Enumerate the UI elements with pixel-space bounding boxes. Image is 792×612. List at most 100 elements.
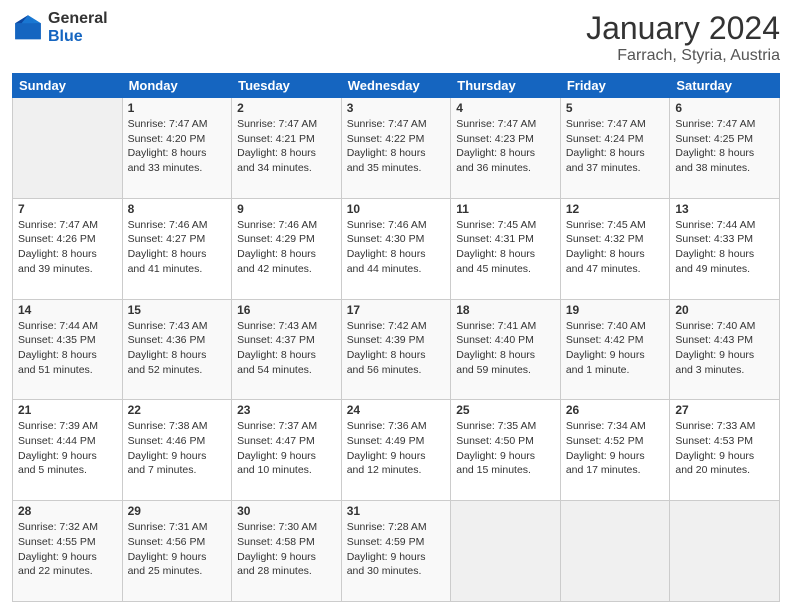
- daylight: Daylight: 9 hours: [237, 550, 336, 565]
- cell-1-5: 12 Sunrise: 7:45 AM Sunset: 4:32 PM Dayl…: [560, 198, 670, 299]
- sunset: Sunset: 4:31 PM: [456, 232, 555, 247]
- month-title: January 2024: [586, 10, 780, 47]
- daylight: Daylight: 8 hours: [347, 348, 446, 363]
- cell-1-4: 11 Sunrise: 7:45 AM Sunset: 4:31 PM Dayl…: [451, 198, 561, 299]
- day-num: 12: [566, 202, 665, 216]
- cell-3-4: 25 Sunrise: 7:35 AM Sunset: 4:50 PM Dayl…: [451, 400, 561, 501]
- week-row-3: 21 Sunrise: 7:39 AM Sunset: 4:44 PM Dayl…: [13, 400, 780, 501]
- daylight2: and 38 minutes.: [675, 161, 774, 176]
- sunrise: Sunrise: 7:36 AM: [347, 419, 446, 434]
- cell-0-6: 6 Sunrise: 7:47 AM Sunset: 4:25 PM Dayli…: [670, 98, 780, 199]
- header: General Blue January 2024 Farrach, Styri…: [12, 10, 780, 65]
- day-num: 11: [456, 202, 555, 216]
- daylight: Daylight: 9 hours: [347, 449, 446, 464]
- daylight2: and 34 minutes.: [237, 161, 336, 176]
- day-num: 4: [456, 101, 555, 115]
- cell-1-3: 10 Sunrise: 7:46 AM Sunset: 4:30 PM Dayl…: [341, 198, 451, 299]
- daylight2: and 28 minutes.: [237, 564, 336, 579]
- day-num: 24: [347, 403, 446, 417]
- daylight: Daylight: 8 hours: [128, 146, 227, 161]
- daylight: Daylight: 9 hours: [128, 550, 227, 565]
- daylight2: and 37 minutes.: [566, 161, 665, 176]
- cell-0-5: 5 Sunrise: 7:47 AM Sunset: 4:24 PM Dayli…: [560, 98, 670, 199]
- cell-0-3: 3 Sunrise: 7:47 AM Sunset: 4:22 PM Dayli…: [341, 98, 451, 199]
- cell-1-6: 13 Sunrise: 7:44 AM Sunset: 4:33 PM Dayl…: [670, 198, 780, 299]
- day-num: 10: [347, 202, 446, 216]
- day-num: 17: [347, 303, 446, 317]
- header-wednesday: Wednesday: [341, 74, 451, 98]
- day-num: 23: [237, 403, 336, 417]
- sunset: Sunset: 4:52 PM: [566, 434, 665, 449]
- cell-0-0: [13, 98, 123, 199]
- header-friday: Friday: [560, 74, 670, 98]
- daylight2: and 49 minutes.: [675, 262, 774, 277]
- daylight: Daylight: 9 hours: [237, 449, 336, 464]
- sunrise: Sunrise: 7:41 AM: [456, 319, 555, 334]
- daylight: Daylight: 8 hours: [347, 247, 446, 262]
- day-num: 19: [566, 303, 665, 317]
- sunrise: Sunrise: 7:47 AM: [18, 218, 117, 233]
- sunrise: Sunrise: 7:45 AM: [566, 218, 665, 233]
- week-row-2: 14 Sunrise: 7:44 AM Sunset: 4:35 PM Dayl…: [13, 299, 780, 400]
- daylight2: and 47 minutes.: [566, 262, 665, 277]
- daylight: Daylight: 9 hours: [128, 449, 227, 464]
- daylight: Daylight: 8 hours: [675, 146, 774, 161]
- daylight2: and 33 minutes.: [128, 161, 227, 176]
- day-num: 13: [675, 202, 774, 216]
- day-num: 21: [18, 403, 117, 417]
- cell-2-1: 15 Sunrise: 7:43 AM Sunset: 4:36 PM Dayl…: [122, 299, 232, 400]
- daylight: Daylight: 8 hours: [18, 247, 117, 262]
- logo-text: General Blue: [48, 10, 108, 45]
- sunrise: Sunrise: 7:28 AM: [347, 520, 446, 535]
- sunrise: Sunrise: 7:39 AM: [18, 419, 117, 434]
- logo-blue: Blue: [48, 28, 108, 46]
- daylight: Daylight: 9 hours: [675, 449, 774, 464]
- day-num: 26: [566, 403, 665, 417]
- sunset: Sunset: 4:50 PM: [456, 434, 555, 449]
- cell-2-4: 18 Sunrise: 7:41 AM Sunset: 4:40 PM Dayl…: [451, 299, 561, 400]
- cell-3-0: 21 Sunrise: 7:39 AM Sunset: 4:44 PM Dayl…: [13, 400, 123, 501]
- daylight: Daylight: 9 hours: [675, 348, 774, 363]
- cell-3-3: 24 Sunrise: 7:36 AM Sunset: 4:49 PM Dayl…: [341, 400, 451, 501]
- logo-general: General: [48, 10, 108, 28]
- sunrise: Sunrise: 7:47 AM: [456, 117, 555, 132]
- cell-1-0: 7 Sunrise: 7:47 AM Sunset: 4:26 PM Dayli…: [13, 198, 123, 299]
- day-num: 30: [237, 504, 336, 518]
- location: Farrach, Styria, Austria: [586, 47, 780, 65]
- header-monday: Monday: [122, 74, 232, 98]
- header-saturday: Saturday: [670, 74, 780, 98]
- daylight2: and 39 minutes.: [18, 262, 117, 277]
- daylight2: and 52 minutes.: [128, 363, 227, 378]
- cell-4-5: [560, 501, 670, 602]
- sunset: Sunset: 4:37 PM: [237, 333, 336, 348]
- sunset: Sunset: 4:39 PM: [347, 333, 446, 348]
- day-num: 15: [128, 303, 227, 317]
- daylight2: and 41 minutes.: [128, 262, 227, 277]
- cell-1-1: 8 Sunrise: 7:46 AM Sunset: 4:27 PM Dayli…: [122, 198, 232, 299]
- cell-4-3: 31 Sunrise: 7:28 AM Sunset: 4:59 PM Dayl…: [341, 501, 451, 602]
- day-num: 25: [456, 403, 555, 417]
- sunrise: Sunrise: 7:46 AM: [237, 218, 336, 233]
- sunset: Sunset: 4:27 PM: [128, 232, 227, 247]
- sunrise: Sunrise: 7:30 AM: [237, 520, 336, 535]
- daylight2: and 7 minutes.: [128, 463, 227, 478]
- cell-0-4: 4 Sunrise: 7:47 AM Sunset: 4:23 PM Dayli…: [451, 98, 561, 199]
- calendar-table: Sunday Monday Tuesday Wednesday Thursday…: [12, 73, 780, 602]
- sunset: Sunset: 4:49 PM: [347, 434, 446, 449]
- daylight2: and 10 minutes.: [237, 463, 336, 478]
- sunrise: Sunrise: 7:40 AM: [566, 319, 665, 334]
- daylight2: and 35 minutes.: [347, 161, 446, 176]
- day-num: 5: [566, 101, 665, 115]
- sunset: Sunset: 4:23 PM: [456, 132, 555, 147]
- daylight: Daylight: 8 hours: [456, 348, 555, 363]
- day-num: 2: [237, 101, 336, 115]
- cell-4-6: [670, 501, 780, 602]
- cell-0-1: 1 Sunrise: 7:47 AM Sunset: 4:20 PM Dayli…: [122, 98, 232, 199]
- daylight: Daylight: 8 hours: [456, 146, 555, 161]
- daylight2: and 51 minutes.: [18, 363, 117, 378]
- day-num: 18: [456, 303, 555, 317]
- daylight: Daylight: 9 hours: [566, 348, 665, 363]
- sunset: Sunset: 4:36 PM: [128, 333, 227, 348]
- sunrise: Sunrise: 7:45 AM: [456, 218, 555, 233]
- sunset: Sunset: 4:33 PM: [675, 232, 774, 247]
